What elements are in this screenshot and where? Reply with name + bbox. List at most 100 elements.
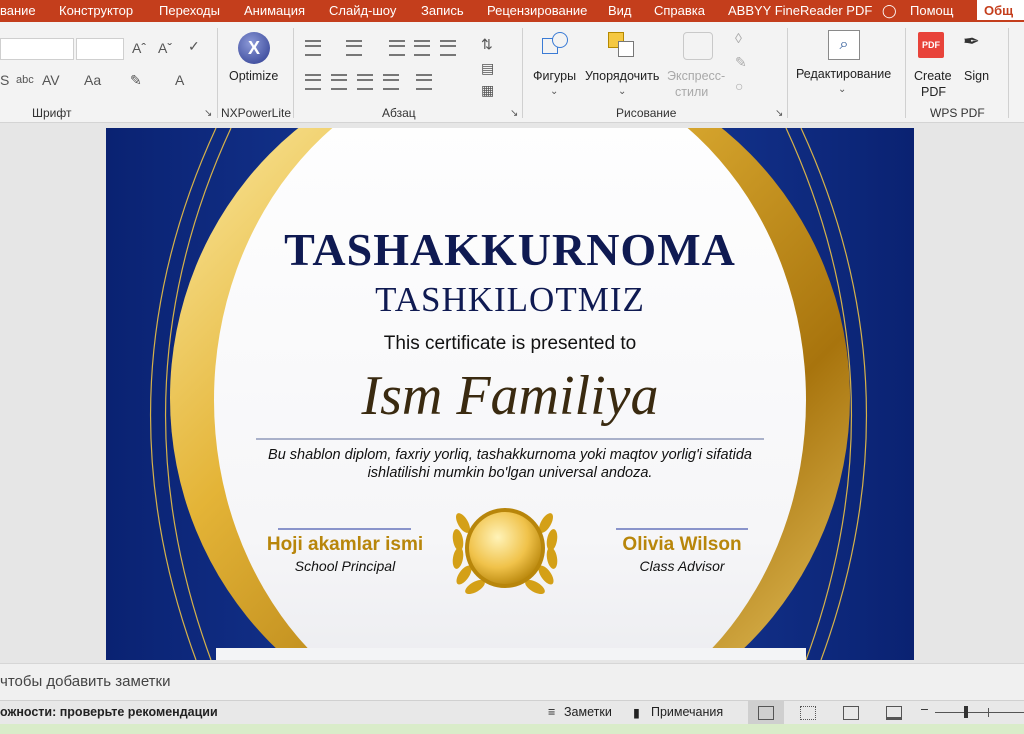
separator — [787, 28, 788, 118]
font-dialog-launcher-icon[interactable]: ↘ — [204, 106, 212, 122]
signer-left-role[interactable]: School Principal — [245, 558, 445, 574]
increase-indent-icon[interactable] — [414, 40, 430, 56]
arrange-button[interactable]: Упорядочить — [585, 69, 659, 83]
paragraph-dialog-launcher-icon[interactable]: ↘ — [510, 106, 518, 122]
recipient-name[interactable]: Ism Familiya — [106, 364, 914, 428]
zoom-center-tick — [988, 708, 989, 717]
notes-icon[interactable]: ≡ — [548, 705, 555, 719]
optimize-button[interactable]: Optimize — [229, 69, 278, 83]
align-left-icon[interactable] — [305, 74, 321, 90]
shapes-button[interactable]: Фигуры — [533, 69, 576, 83]
highlight-icon[interactable]: ✎ — [130, 72, 142, 88]
editing-button[interactable]: Редактирование — [796, 67, 891, 81]
paragraph-group-label: Абзац — [382, 106, 416, 120]
font-size-combo[interactable] — [76, 38, 124, 60]
arrange-icon[interactable] — [608, 32, 636, 57]
create-pdf-label-2[interactable]: PDF — [921, 85, 946, 99]
tab-help[interactable]: Справка — [654, 3, 705, 18]
separator — [293, 28, 294, 118]
notes-pane[interactable]: чтобы добавить заметки — [0, 663, 1024, 700]
font-color-icon[interactable]: A — [175, 72, 184, 88]
numbering-icon[interactable] — [346, 40, 362, 56]
chevron-down-icon: ⌄ — [550, 86, 559, 97]
taskbar-strip — [0, 724, 1024, 734]
shape-outline-icon[interactable]: ✎ — [735, 54, 747, 70]
comments-icon[interactable]: ▮ — [633, 705, 640, 720]
quick-styles-icon[interactable] — [683, 32, 713, 60]
columns-icon[interactable] — [416, 74, 432, 90]
char-spacing-icon[interactable]: AV — [42, 72, 60, 88]
zoom-slider[interactable] — [935, 712, 1024, 713]
shrink-font-icon[interactable]: Aˇ — [158, 40, 172, 56]
sign-pen-icon[interactable]: ✒ — [963, 32, 980, 52]
notes-button[interactable]: Заметки — [564, 705, 612, 719]
quick-styles-label-1[interactable]: Экспресс- — [667, 69, 725, 83]
shadow-text-icon[interactable]: abc — [16, 72, 34, 88]
certificate-title[interactable]: TASHAKKURNOMA — [106, 223, 914, 276]
grow-font-icon[interactable]: Aˆ — [132, 40, 146, 56]
create-pdf-icon[interactable]: PDF — [918, 32, 944, 58]
tab-slideshow[interactable]: Слайд-шоу — [329, 3, 396, 18]
tab-record[interactable]: Запись — [421, 3, 464, 18]
description-line-2: ishlatilishi mumkin bo'lgan universal an… — [367, 465, 653, 481]
signer-right-role[interactable]: Class Advisor — [582, 558, 782, 574]
presented-to-text[interactable]: This certificate is presented to — [106, 333, 914, 355]
align-right-icon[interactable] — [357, 74, 373, 90]
slideshow-view-icon[interactable] — [886, 706, 902, 720]
shape-effects-icon[interactable]: ○ — [735, 78, 743, 94]
accessibility-status[interactable]: ожности: проверьте рекомендации — [0, 705, 218, 719]
ribbon-tab-bar: вание Конструктор Переходы Анимация Слай… — [0, 0, 1024, 22]
signer-right-name[interactable]: Olivia Wilson — [582, 534, 782, 556]
nxpowerlite-group-label: NXPowerLite — [221, 106, 292, 120]
font-group-label: Шрифт — [32, 106, 72, 120]
certificate-slide[interactable]: TASHAKKURNOMA TASHKILOTMIZ This certific… — [106, 128, 914, 660]
strikethrough-icon[interactable]: S — [0, 72, 9, 88]
separator — [905, 28, 906, 118]
drawing-dialog-launcher-icon[interactable]: ↘ — [775, 106, 783, 122]
reading-view-icon[interactable] — [843, 706, 859, 720]
certificate-description[interactable]: Bu shablon diplom, faxriy yorliq, tashak… — [106, 446, 914, 482]
line-spacing-icon[interactable] — [440, 40, 456, 56]
tab-design[interactable]: вание — [0, 3, 36, 18]
tab-review[interactable]: Рецензирование — [487, 3, 587, 18]
shape-fill-icon[interactable]: ◊ — [735, 30, 742, 46]
slide-sorter-icon[interactable] — [800, 706, 816, 720]
align-text-icon[interactable]: ▤ — [481, 60, 494, 76]
zoom-out-icon[interactable]: – — [921, 702, 928, 716]
tab-animation[interactable]: Анимация — [244, 3, 305, 18]
signer-left-name[interactable]: Hoji akamlar ismi — [245, 534, 445, 556]
tab-abbyy[interactable]: ABBYY FineReader PDF — [728, 3, 872, 18]
separator — [217, 28, 218, 118]
tab-constructor[interactable]: Конструктор — [59, 3, 133, 18]
text-direction-icon[interactable]: ⇅ — [481, 36, 493, 52]
lightbulb-icon[interactable]: ◯ — [882, 3, 897, 19]
normal-view-icon[interactable] — [758, 706, 774, 720]
decrease-indent-icon[interactable] — [389, 40, 405, 56]
clear-format-icon[interactable]: ✓ — [188, 38, 200, 54]
zoom-slider-thumb[interactable] — [964, 706, 968, 718]
comments-button[interactable]: Примечания — [651, 705, 723, 719]
justify-icon[interactable] — [383, 74, 399, 90]
tab-view[interactable]: Вид — [608, 3, 632, 18]
optimize-icon[interactable]: X — [238, 32, 270, 64]
font-name-combo[interactable] — [0, 38, 74, 60]
quick-styles-label-2[interactable]: стили — [675, 85, 708, 99]
tab-transitions[interactable]: Переходы — [159, 3, 220, 18]
share-button[interactable]: Общ — [977, 0, 1024, 20]
smartart-icon[interactable]: ▦ — [481, 82, 494, 98]
search-icon[interactable]: ⌕ — [828, 30, 860, 60]
change-case-icon[interactable]: Aa — [84, 72, 101, 88]
sign-button[interactable]: Sign — [964, 69, 989, 83]
ribbon: Aˆ Aˇ ✓ S abc AV Aa ✎ A Шрифт ↘ X Optimi… — [0, 22, 1024, 123]
shapes-icon[interactable] — [542, 32, 568, 54]
tab-tell-me[interactable]: Помощ — [910, 3, 953, 18]
organization-name[interactable]: TASHKILOTMIZ — [106, 280, 914, 320]
chevron-down-icon: ⌄ — [618, 86, 627, 97]
create-pdf-label-1[interactable]: Create — [914, 69, 952, 83]
status-bar: ожности: проверьте рекомендации ≡ Заметк… — [0, 700, 1024, 725]
align-center-icon[interactable] — [331, 74, 347, 90]
bullets-icon[interactable] — [305, 40, 321, 56]
wps-pdf-group-label: WPS PDF — [930, 106, 985, 120]
share-label: Общ — [984, 3, 1014, 18]
separator — [1008, 28, 1009, 118]
